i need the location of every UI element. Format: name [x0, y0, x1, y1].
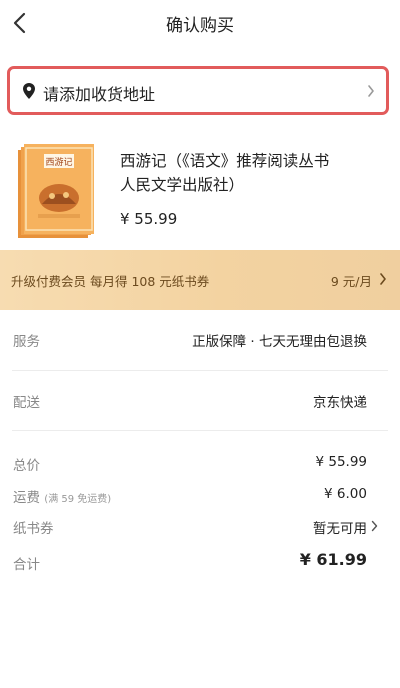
chevron-right-icon — [371, 520, 378, 532]
vip-upgrade-text: 升级付费会员 每月得 108 元纸书券 — [11, 274, 210, 289]
product-title: 西游记（《语文》推荐阅读丛书 人民文学出版社） — [120, 149, 388, 197]
top-bar: 确认购买 — [0, 0, 400, 46]
svg-text:西游记: 西游记 — [45, 156, 72, 168]
shipping-label-text: 运费 — [13, 490, 40, 506]
add-address-label: 请添加收货地址 — [43, 85, 156, 104]
shipping-note: (满 59 免运费) — [44, 494, 112, 505]
vip-price: 9 元/月 — [330, 274, 372, 289]
sum-value: ¥ 61.99 — [299, 550, 367, 569]
delivery-label: 配送 — [13, 395, 40, 411]
product-title-line2: 人民文学出版社） — [120, 176, 245, 194]
product-price: ¥ 55.99 — [120, 210, 178, 228]
product-title-line1: 西游记（《语文》推荐阅读丛书 — [120, 152, 330, 170]
vip-upgrade-banner[interactable]: 升级付费会员 每月得 108 元纸书券 9 元/月 — [0, 250, 400, 310]
service-label: 服务 — [13, 334, 40, 350]
shipping-value: ¥ 6.00 — [324, 486, 367, 502]
chevron-right-icon — [368, 85, 374, 97]
coupon-value[interactable]: 暂无可用 — [313, 517, 367, 537]
delivery-value: 京东快递 — [313, 395, 367, 411]
coupon-label: 纸书券 — [13, 521, 54, 537]
shipping-label: 运费 (满 59 免运费) — [13, 486, 111, 506]
total-price-value: ¥ 55.99 — [315, 454, 367, 470]
divider — [12, 430, 388, 431]
divider — [12, 370, 388, 371]
book-cover-image: 西游记 — [18, 144, 94, 238]
location-pin-icon — [23, 83, 35, 99]
service-value: 正版保障 · 七天无理由包退换 — [192, 334, 367, 350]
sum-label: 合计 — [13, 557, 40, 573]
page-title: 确认购买 — [166, 16, 234, 36]
total-price-label: 总价 — [13, 458, 40, 474]
chevron-right-icon — [380, 273, 386, 285]
add-address-row[interactable]: 请添加收货地址 — [7, 66, 389, 115]
